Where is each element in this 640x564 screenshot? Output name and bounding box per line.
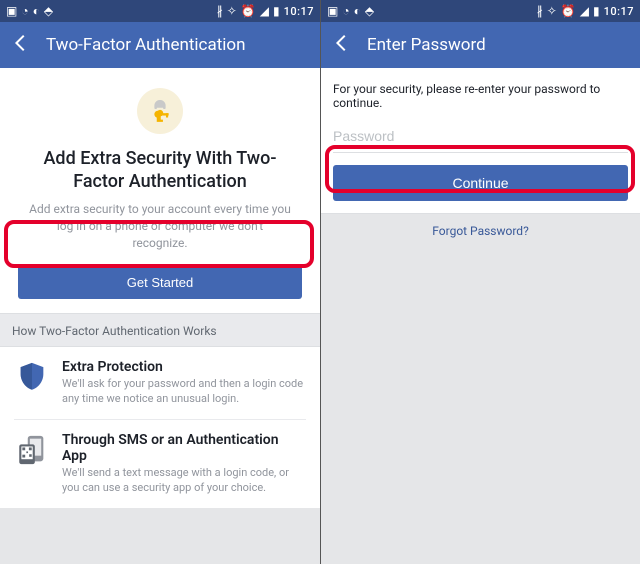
intro-subheading: Add extra security to your account every… xyxy=(18,201,302,251)
forgot-password-link[interactable]: Forgot Password? xyxy=(321,214,640,242)
android-statusbar: ▣ ◔ ◐ ⬘ ∦ ✧ ⏰ ◢ ▮ 10:17 xyxy=(0,0,320,22)
header-title: Enter Password xyxy=(367,35,486,55)
shield-icon xyxy=(14,359,50,395)
status-right-icons: ∦ ✧ ⏰ ◢ ▮ 10:17 xyxy=(217,5,314,18)
list-item-title: Through SMS or an Authentication App xyxy=(62,432,306,464)
signal-icon: ◢ xyxy=(260,5,269,17)
alarm-icon: ⏰ xyxy=(561,5,576,17)
android-statusbar: ▣ ◔ ◐ ⬘ ∦ ✧ ⏰ ◢ ▮ 10:17 xyxy=(321,0,640,22)
back-arrow-icon[interactable] xyxy=(10,32,32,59)
password-prompt: For your security, please re-enter your … xyxy=(333,82,628,110)
phone-screen-right: ▣ ◔ ◐ ⬘ ∦ ✧ ⏰ ◢ ▮ 10:17 Enter Password F… xyxy=(320,0,640,564)
list-item-desc: We'll ask for your password and then a l… xyxy=(62,377,306,407)
battery-icon: ▮ xyxy=(273,5,280,17)
back-arrow-icon[interactable] xyxy=(331,32,353,59)
bluetooth-icon: ∦ xyxy=(217,5,223,17)
password-input[interactable] xyxy=(333,124,628,153)
info-list: Extra Protection We'll ask for your pass… xyxy=(0,347,320,507)
battery-icon: ▮ xyxy=(593,5,600,17)
status-left-icons: ▣ ◔ ◐ ⬘ xyxy=(327,5,374,17)
image-icon: ▣ xyxy=(6,5,17,17)
bluetooth-icon: ∦ xyxy=(537,5,543,17)
maps-icon: ⬘ xyxy=(365,5,374,17)
continue-button[interactable]: Continue xyxy=(333,165,628,201)
lock-key-icon xyxy=(137,88,183,134)
get-started-button[interactable]: Get Started xyxy=(18,265,302,299)
status-time: 10:17 xyxy=(284,5,314,18)
status-left-icons: ▣ ◔ ◐ ⬘ xyxy=(6,5,53,17)
maps-icon: ⬘ xyxy=(44,5,53,17)
app-header: Enter Password xyxy=(321,22,640,68)
app-icon: ◐ xyxy=(354,5,361,17)
phone-qr-icon xyxy=(14,432,50,468)
signal-icon: ◢ xyxy=(580,5,589,17)
status-right-icons: ∦ ✧ ⏰ ◢ ▮ 10:17 xyxy=(537,5,634,18)
list-item-desc: We'll send a text message with a login c… xyxy=(62,466,306,496)
list-item: Extra Protection We'll ask for your pass… xyxy=(0,347,320,419)
vibrate-icon: ✧ xyxy=(227,5,237,17)
intro-heading: Add Extra Security With Two-Factor Authe… xyxy=(18,148,302,193)
list-item-title: Extra Protection xyxy=(62,359,306,375)
section-header: How Two-Factor Authentication Works xyxy=(0,313,320,347)
list-item: Through SMS or an Authentication App We'… xyxy=(14,419,306,508)
image-icon: ▣ xyxy=(327,5,338,17)
intro-card: Add Extra Security With Two-Factor Authe… xyxy=(0,68,320,313)
phone-screen-left: ▣ ◔ ◐ ⬘ ∦ ✧ ⏰ ◢ ▮ 10:17 Two-Factor Authe… xyxy=(0,0,320,564)
clock-icon: ◔ xyxy=(21,5,28,17)
clock-icon: ◔ xyxy=(342,5,349,17)
password-card: For your security, please re-enter your … xyxy=(321,68,640,214)
app-icon: ◐ xyxy=(33,5,40,17)
header-title: Two-Factor Authentication xyxy=(46,35,245,55)
vibrate-icon: ✧ xyxy=(547,5,557,17)
app-header: Two-Factor Authentication xyxy=(0,22,320,68)
status-time: 10:17 xyxy=(604,5,634,18)
alarm-icon: ⏰ xyxy=(241,5,256,17)
